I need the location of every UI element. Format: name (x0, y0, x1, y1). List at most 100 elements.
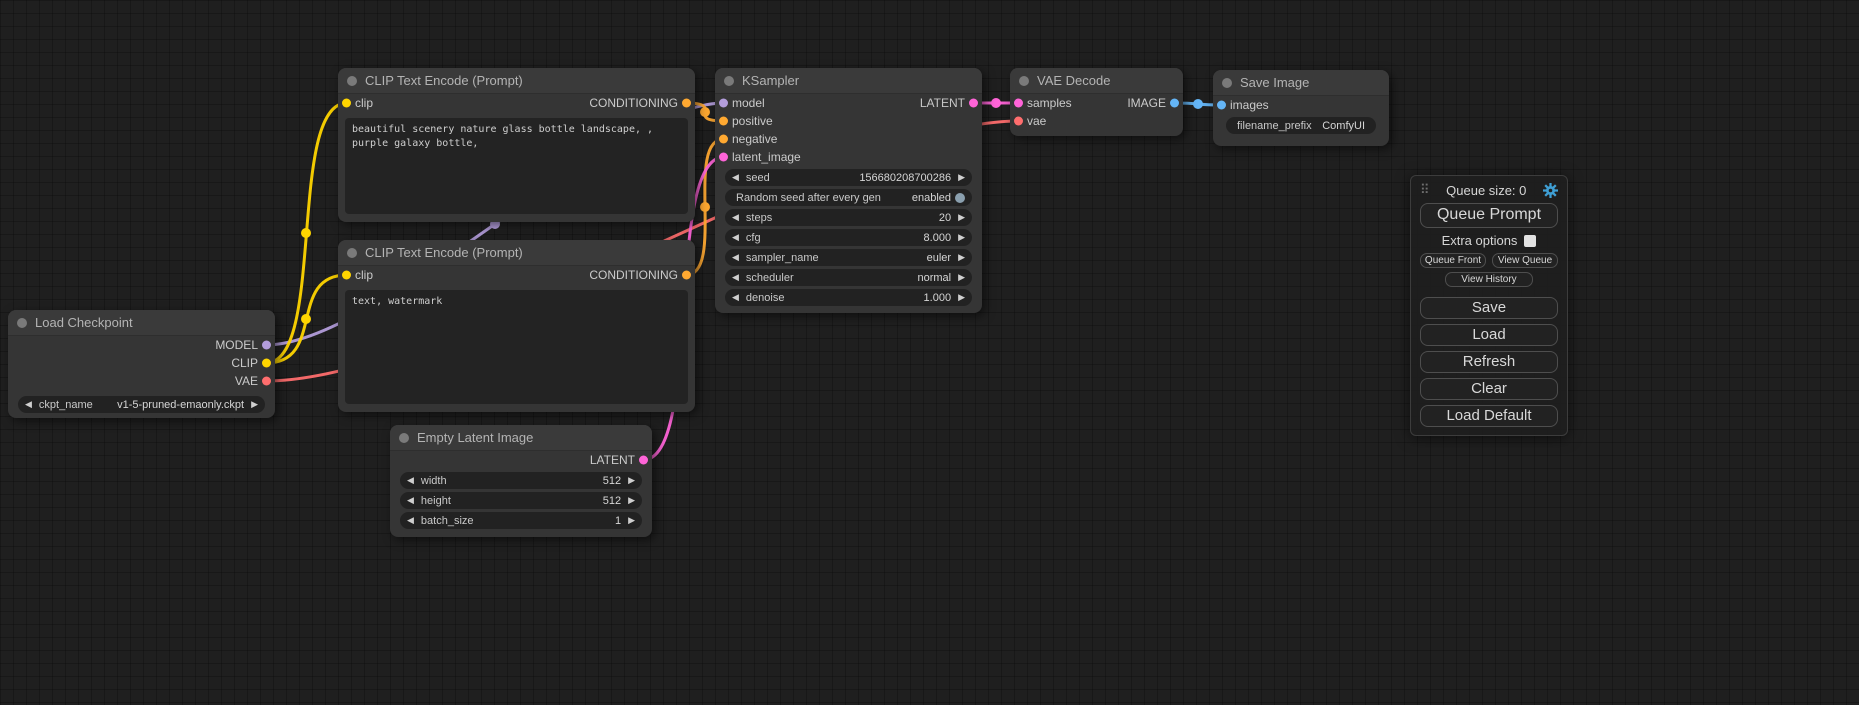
node-title-bar[interactable]: CLIP Text Encode (Prompt) (338, 68, 695, 94)
node-title-bar[interactable]: Save Image (1213, 70, 1389, 96)
widget-name: scheduler (746, 272, 794, 284)
collapse-dot-icon[interactable] (1019, 76, 1029, 86)
node-empty-latent-image[interactable]: Empty Latent Image LATENT ◀ width 512 ▶ … (390, 425, 652, 537)
width-widget[interactable]: ◀ width 512 ▶ (400, 472, 642, 489)
collapse-dot-icon[interactable] (399, 433, 409, 443)
collapse-dot-icon[interactable] (347, 76, 357, 86)
arrow-left-icon[interactable]: ◀ (732, 273, 739, 282)
arrow-right-icon[interactable]: ▶ (958, 293, 965, 302)
widget-name: steps (746, 212, 772, 224)
settings-gear-icon[interactable] (1543, 183, 1558, 198)
view-history-button[interactable]: View History (1445, 272, 1533, 287)
input-slot-latent-image: latent_image (715, 148, 982, 166)
widget-name: height (421, 495, 451, 507)
slot-row-clip-conditioning: clip CONDITIONING (338, 94, 695, 112)
collapse-dot-icon[interactable] (1222, 78, 1232, 88)
sampler-name-widget[interactable]: ◀ sampler_name euler ▶ (725, 249, 972, 266)
cfg-widget[interactable]: ◀ cfg 8.000 ▶ (725, 229, 972, 246)
clip-input-port[interactable] (342, 99, 351, 108)
node-clip-text-encode-negative[interactable]: CLIP Text Encode (Prompt) clip CONDITION… (338, 240, 695, 412)
node-title-bar[interactable]: CLIP Text Encode (Prompt) (338, 240, 695, 266)
conditioning-output-port[interactable] (682, 271, 691, 280)
node-title-bar[interactable]: Load Checkpoint (8, 310, 275, 336)
widget-name: sampler_name (746, 252, 819, 264)
arrow-right-icon[interactable]: ▶ (958, 233, 965, 242)
collapse-dot-icon[interactable] (724, 76, 734, 86)
toggle-dot-icon[interactable] (955, 193, 965, 203)
drag-handle-icon[interactable]: ⠿ (1420, 182, 1430, 198)
images-input-port[interactable] (1217, 101, 1226, 110)
positive-input-port[interactable] (719, 117, 728, 126)
node-ksampler[interactable]: KSampler LATENT model positive negative … (715, 68, 982, 313)
scheduler-widget[interactable]: ◀ scheduler normal ▶ (725, 269, 972, 286)
vae-output-port[interactable] (262, 377, 271, 386)
arrow-left-icon[interactable]: ◀ (732, 173, 739, 182)
queue-front-button[interactable]: Queue Front (1420, 253, 1486, 268)
slot-label: positive (732, 114, 773, 128)
clear-button[interactable]: Clear (1420, 378, 1558, 400)
slot-label: clip (355, 96, 373, 110)
arrow-left-icon[interactable]: ◀ (732, 253, 739, 262)
clip-input-port[interactable] (342, 271, 351, 280)
arrow-left-icon[interactable]: ◀ (407, 476, 414, 485)
ckpt-name-widget[interactable]: ◀ ckpt_name v1-5-pruned-emaonly.ckpt ▶ (18, 396, 265, 413)
node-save-image[interactable]: Save Image images filename_prefix ComfyU… (1213, 70, 1389, 146)
node-clip-text-encode-positive[interactable]: CLIP Text Encode (Prompt) clip CONDITION… (338, 68, 695, 222)
arrow-left-icon[interactable]: ◀ (407, 496, 414, 505)
random-seed-toggle-widget[interactable]: Random seed after every gen enabled (725, 189, 972, 206)
seed-widget[interactable]: ◀ seed 156680208700286 ▶ (725, 169, 972, 186)
slot-row-samples-image: samples IMAGE (1010, 94, 1183, 112)
prompt-textarea[interactable]: beautiful scenery nature glass bottle la… (345, 118, 688, 214)
negative-input-port[interactable] (719, 135, 728, 144)
arrow-right-icon[interactable]: ▶ (628, 496, 635, 505)
image-output-port[interactable] (1170, 99, 1179, 108)
node-title-bar[interactable]: VAE Decode (1010, 68, 1183, 94)
slot-label: LATENT (590, 453, 635, 467)
save-button[interactable]: Save (1420, 297, 1558, 319)
widget-value: 512 (603, 475, 621, 487)
menu-header: ⠿ Queue size: 0 (1420, 182, 1558, 198)
node-title-bar[interactable]: Empty Latent Image (390, 425, 652, 451)
vae-input-port[interactable] (1014, 117, 1023, 126)
model-output-port[interactable] (262, 341, 271, 350)
widget-value: v1-5-pruned-emaonly.ckpt (117, 399, 244, 411)
node-vae-decode[interactable]: VAE Decode samples IMAGE vae (1010, 68, 1183, 136)
view-queue-button[interactable]: View Queue (1492, 253, 1558, 268)
prompt-textarea[interactable]: text, watermark (345, 290, 688, 404)
load-button[interactable]: Load (1420, 324, 1558, 346)
height-widget[interactable]: ◀ height 512 ▶ (400, 492, 642, 509)
arrow-right-icon[interactable]: ▶ (628, 476, 635, 485)
batch-size-widget[interactable]: ◀ batch_size 1 ▶ (400, 512, 642, 529)
arrow-right-icon[interactable]: ▶ (958, 213, 965, 222)
arrow-left-icon[interactable]: ◀ (732, 213, 739, 222)
arrow-left-icon[interactable]: ◀ (407, 516, 414, 525)
arrow-right-icon[interactable]: ▶ (958, 273, 965, 282)
arrow-left-icon[interactable]: ◀ (732, 293, 739, 302)
filename-prefix-widget[interactable]: filename_prefix ComfyUI (1226, 117, 1376, 134)
arrow-left-icon[interactable]: ◀ (25, 400, 32, 409)
latent-output-port[interactable] (639, 456, 648, 465)
collapse-dot-icon[interactable] (347, 248, 357, 258)
arrow-right-icon[interactable]: ▶ (628, 516, 635, 525)
extra-options-row: Extra options (1420, 233, 1558, 248)
samples-input-port[interactable] (1014, 99, 1023, 108)
slot-label: negative (732, 132, 777, 146)
refresh-button[interactable]: Refresh (1420, 351, 1558, 373)
clip-output-port[interactable] (262, 359, 271, 368)
node-load-checkpoint[interactable]: Load Checkpoint MODEL CLIP VAE ◀ ckpt_na… (8, 310, 275, 418)
arrow-right-icon[interactable]: ▶ (958, 173, 965, 182)
latent-image-input-port[interactable] (719, 153, 728, 162)
node-graph-canvas[interactable]: Load Checkpoint MODEL CLIP VAE ◀ ckpt_na… (0, 0, 1859, 705)
model-input-port[interactable] (719, 99, 728, 108)
queue-prompt-button[interactable]: Queue Prompt (1420, 203, 1558, 228)
conditioning-output-port[interactable] (682, 99, 691, 108)
steps-widget[interactable]: ◀ steps 20 ▶ (725, 209, 972, 226)
node-title-bar[interactable]: KSampler (715, 68, 982, 94)
arrow-right-icon[interactable]: ▶ (251, 400, 258, 409)
collapse-dot-icon[interactable] (17, 318, 27, 328)
extra-options-checkbox[interactable] (1524, 235, 1536, 247)
load-default-button[interactable]: Load Default (1420, 405, 1558, 427)
arrow-left-icon[interactable]: ◀ (732, 233, 739, 242)
arrow-right-icon[interactable]: ▶ (958, 253, 965, 262)
denoise-widget[interactable]: ◀ denoise 1.000 ▶ (725, 289, 972, 306)
